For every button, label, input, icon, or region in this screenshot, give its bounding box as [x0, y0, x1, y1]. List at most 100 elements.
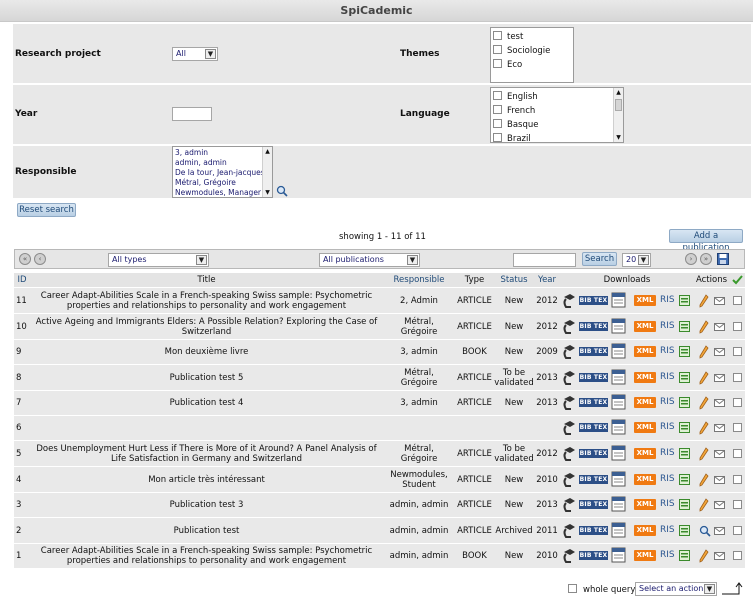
- research-project-select[interactable]: All ▼: [172, 47, 218, 61]
- theme-option[interactable]: Eco: [491, 58, 573, 72]
- responsible-option[interactable]: 3, admin: [173, 148, 272, 158]
- language-option[interactable]: French: [491, 104, 623, 118]
- document-icon[interactable]: [611, 343, 626, 359]
- xml-download[interactable]: XML: [634, 448, 656, 459]
- ris-download[interactable]: RIS: [660, 525, 675, 535]
- ris-icon[interactable]: [679, 346, 690, 357]
- scholar-icon[interactable]: [562, 293, 576, 309]
- edit-icon[interactable]: [699, 371, 709, 385]
- document-icon[interactable]: [611, 369, 626, 385]
- ris-icon[interactable]: [679, 422, 690, 433]
- page-size-select[interactable]: 20 ▼: [622, 253, 651, 267]
- scholar-icon[interactable]: [562, 497, 576, 513]
- bibtex-download[interactable]: BIB TEX: [579, 373, 608, 382]
- edit-icon[interactable]: [699, 294, 709, 308]
- scholar-icon[interactable]: [562, 446, 576, 462]
- theme-option[interactable]: Sociologie: [491, 44, 573, 58]
- document-icon[interactable]: [611, 445, 626, 461]
- language-option[interactable]: Basque: [491, 118, 623, 132]
- bibtex-download[interactable]: BIB TEX: [579, 500, 608, 509]
- themes-listbox[interactable]: test Sociologie Eco: [490, 27, 574, 83]
- bibtex-download[interactable]: BIB TEX: [579, 423, 608, 432]
- responsible-option[interactable]: admin, admin: [173, 158, 272, 168]
- checkbox[interactable]: [493, 91, 502, 100]
- edit-icon[interactable]: [699, 320, 709, 334]
- bibtex-download[interactable]: BIB TEX: [579, 526, 608, 535]
- scholar-icon[interactable]: [562, 319, 576, 335]
- email-icon[interactable]: [714, 323, 725, 331]
- ris-icon[interactable]: [679, 372, 690, 383]
- responsible-option[interactable]: De la tour, Jean-jacques: [173, 168, 272, 178]
- document-icon[interactable]: [611, 419, 626, 435]
- reset-search-button[interactable]: Reset search: [17, 203, 76, 217]
- email-icon[interactable]: [714, 297, 725, 305]
- bibtex-download[interactable]: BIB TEX: [579, 322, 608, 331]
- table-search-input[interactable]: [513, 253, 576, 267]
- xml-download[interactable]: XML: [634, 321, 656, 332]
- theme-option[interactable]: test: [491, 30, 573, 44]
- arrow-up-icon[interactable]: [722, 582, 744, 596]
- language-option[interactable]: English: [491, 90, 623, 104]
- row-select-checkbox[interactable]: [733, 526, 742, 535]
- edit-icon[interactable]: [699, 473, 709, 487]
- scholar-icon[interactable]: [562, 395, 576, 411]
- ris-download[interactable]: RIS: [660, 295, 675, 305]
- bulk-action-select[interactable]: Select an action... ▼: [635, 582, 717, 596]
- checkbox[interactable]: [493, 105, 502, 114]
- xml-download[interactable]: XML: [634, 397, 656, 408]
- ris-download[interactable]: RIS: [660, 550, 675, 560]
- previous-page-icon[interactable]: ‹: [34, 253, 46, 265]
- scholar-icon[interactable]: [562, 472, 576, 488]
- xml-download[interactable]: XML: [634, 525, 656, 536]
- checkbox[interactable]: [493, 59, 502, 68]
- ris-download[interactable]: RIS: [660, 397, 675, 407]
- document-icon[interactable]: [611, 292, 626, 308]
- last-page-icon[interactable]: »: [700, 253, 712, 265]
- col-status[interactable]: Status: [494, 273, 534, 287]
- bibtex-download[interactable]: BIB TEX: [579, 398, 608, 407]
- row-select-checkbox[interactable]: [733, 449, 742, 458]
- col-responsible[interactable]: Responsible: [383, 273, 455, 287]
- email-icon[interactable]: [714, 476, 725, 484]
- year-input[interactable]: [172, 107, 212, 121]
- row-select-checkbox[interactable]: [733, 296, 742, 305]
- xml-download[interactable]: XML: [634, 372, 656, 383]
- first-page-icon[interactable]: «: [19, 253, 31, 265]
- email-icon[interactable]: [714, 374, 725, 382]
- bibtex-download[interactable]: BIB TEX: [579, 347, 608, 356]
- responsible-option[interactable]: Newmodules, Manager: [173, 188, 272, 197]
- checkbox[interactable]: [493, 31, 502, 40]
- col-year[interactable]: Year: [535, 273, 559, 287]
- search-icon[interactable]: [276, 185, 288, 197]
- responsible-listbox[interactable]: 3, admin admin, admin De la tour, Jean-jac…: [172, 146, 273, 198]
- ris-download[interactable]: RIS: [660, 321, 675, 331]
- language-scrollbar[interactable]: ▲ ▼: [613, 88, 623, 142]
- bibtex-download[interactable]: BIB TEX: [579, 475, 608, 484]
- checkmark-icon[interactable]: [732, 275, 743, 285]
- scholar-icon[interactable]: [562, 523, 576, 539]
- scholar-icon[interactable]: [562, 548, 576, 564]
- xml-download[interactable]: XML: [634, 346, 656, 357]
- row-select-checkbox[interactable]: [733, 500, 742, 509]
- scholar-icon[interactable]: [562, 420, 576, 436]
- edit-icon[interactable]: [699, 498, 709, 512]
- document-icon[interactable]: [611, 496, 626, 512]
- checkbox[interactable]: [493, 119, 502, 128]
- ris-icon[interactable]: [679, 499, 690, 510]
- row-select-checkbox[interactable]: [733, 347, 742, 356]
- scholar-icon[interactable]: [562, 344, 576, 360]
- publication-filter-select[interactable]: All publications ▼: [319, 253, 420, 267]
- ris-download[interactable]: RIS: [660, 372, 675, 382]
- bibtex-download[interactable]: BIB TEX: [579, 551, 608, 560]
- row-select-checkbox[interactable]: [733, 373, 742, 382]
- row-select-checkbox[interactable]: [733, 551, 742, 560]
- whole-query-checkbox[interactable]: [568, 584, 577, 593]
- next-page-icon[interactable]: ›: [685, 253, 697, 265]
- ris-icon[interactable]: [679, 321, 690, 332]
- email-icon[interactable]: [714, 501, 725, 509]
- ris-download[interactable]: RIS: [660, 346, 675, 356]
- scholar-icon[interactable]: [562, 370, 576, 386]
- email-icon[interactable]: [714, 399, 725, 407]
- col-id[interactable]: ID: [14, 273, 30, 287]
- ris-icon[interactable]: [679, 397, 690, 408]
